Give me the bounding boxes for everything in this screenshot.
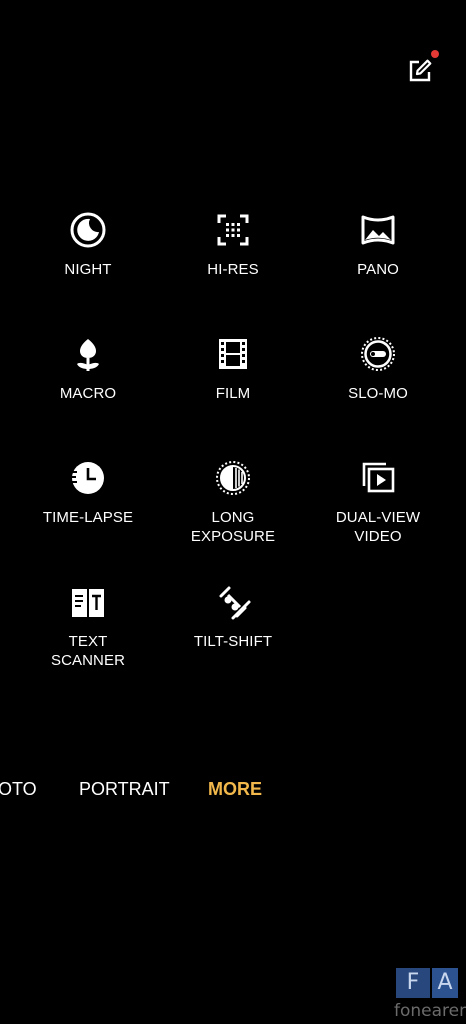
- mode-text-scanner[interactable]: TEXT SCANNER: [13, 582, 163, 670]
- tab-portrait[interactable]: PORTRAIT: [79, 778, 170, 800]
- mode-dual-view-video[interactable]: DUAL-VIEW VIDEO: [303, 458, 453, 546]
- dual-view-video-icon: [362, 462, 395, 493]
- mode-label: FILM: [215, 385, 251, 402]
- watermark: F A fonearena: [394, 968, 466, 1024]
- mode-night[interactable]: NIGHT: [13, 210, 163, 279]
- camera-mode-tabs: OTO PORTRAIT MORE: [0, 778, 466, 802]
- watermark-text: fonearena: [394, 1001, 466, 1021]
- film-icon: [219, 339, 247, 369]
- mode-tilt-shift[interactable]: TILT-SHIFT: [158, 582, 308, 651]
- mode-macro[interactable]: MACRO: [13, 334, 163, 403]
- mode-label: HI-RES: [207, 261, 259, 278]
- watermark-logo-a: A: [432, 968, 458, 998]
- slo-mo-icon: [361, 337, 395, 371]
- mode-label: TEXT SCANNER: [50, 633, 126, 669]
- pano-icon: [361, 215, 395, 245]
- mode-hi-res[interactable]: HI-RES: [158, 210, 308, 279]
- mode-grid: NIGHT HI-RES PANO MACRO FILM SLO-MO TIME…: [0, 0, 466, 720]
- mode-long-exposure[interactable]: LONG EXPOSURE: [158, 458, 308, 546]
- mode-label: DUAL-VIEW VIDEO: [335, 509, 421, 545]
- mode-film[interactable]: FILM: [158, 334, 308, 403]
- night-icon: [70, 212, 106, 248]
- mode-label: LONG EXPOSURE: [190, 509, 276, 545]
- mode-label: PANO: [357, 261, 399, 278]
- mode-slo-mo[interactable]: SLO-MO: [303, 334, 453, 403]
- watermark-logo-f: F: [396, 968, 430, 998]
- mode-label: TIME-LAPSE: [42, 509, 134, 526]
- tilt-shift-icon: [219, 586, 251, 620]
- tab-photo[interactable]: OTO: [0, 778, 37, 800]
- macro-icon: [77, 339, 99, 371]
- long-exposure-icon: [216, 461, 250, 495]
- text-scanner-icon: [72, 589, 104, 617]
- mode-label: MACRO: [59, 385, 117, 402]
- mode-time-lapse[interactable]: TIME-LAPSE: [13, 458, 163, 527]
- mode-label: TILT-SHIFT: [193, 633, 273, 650]
- hi-res-icon: [217, 214, 249, 246]
- mode-label: NIGHT: [64, 261, 112, 278]
- tab-more[interactable]: MORE: [208, 778, 262, 800]
- mode-pano[interactable]: PANO: [303, 210, 453, 279]
- mode-label: SLO-MO: [348, 385, 408, 402]
- time-lapse-icon: [71, 462, 104, 494]
